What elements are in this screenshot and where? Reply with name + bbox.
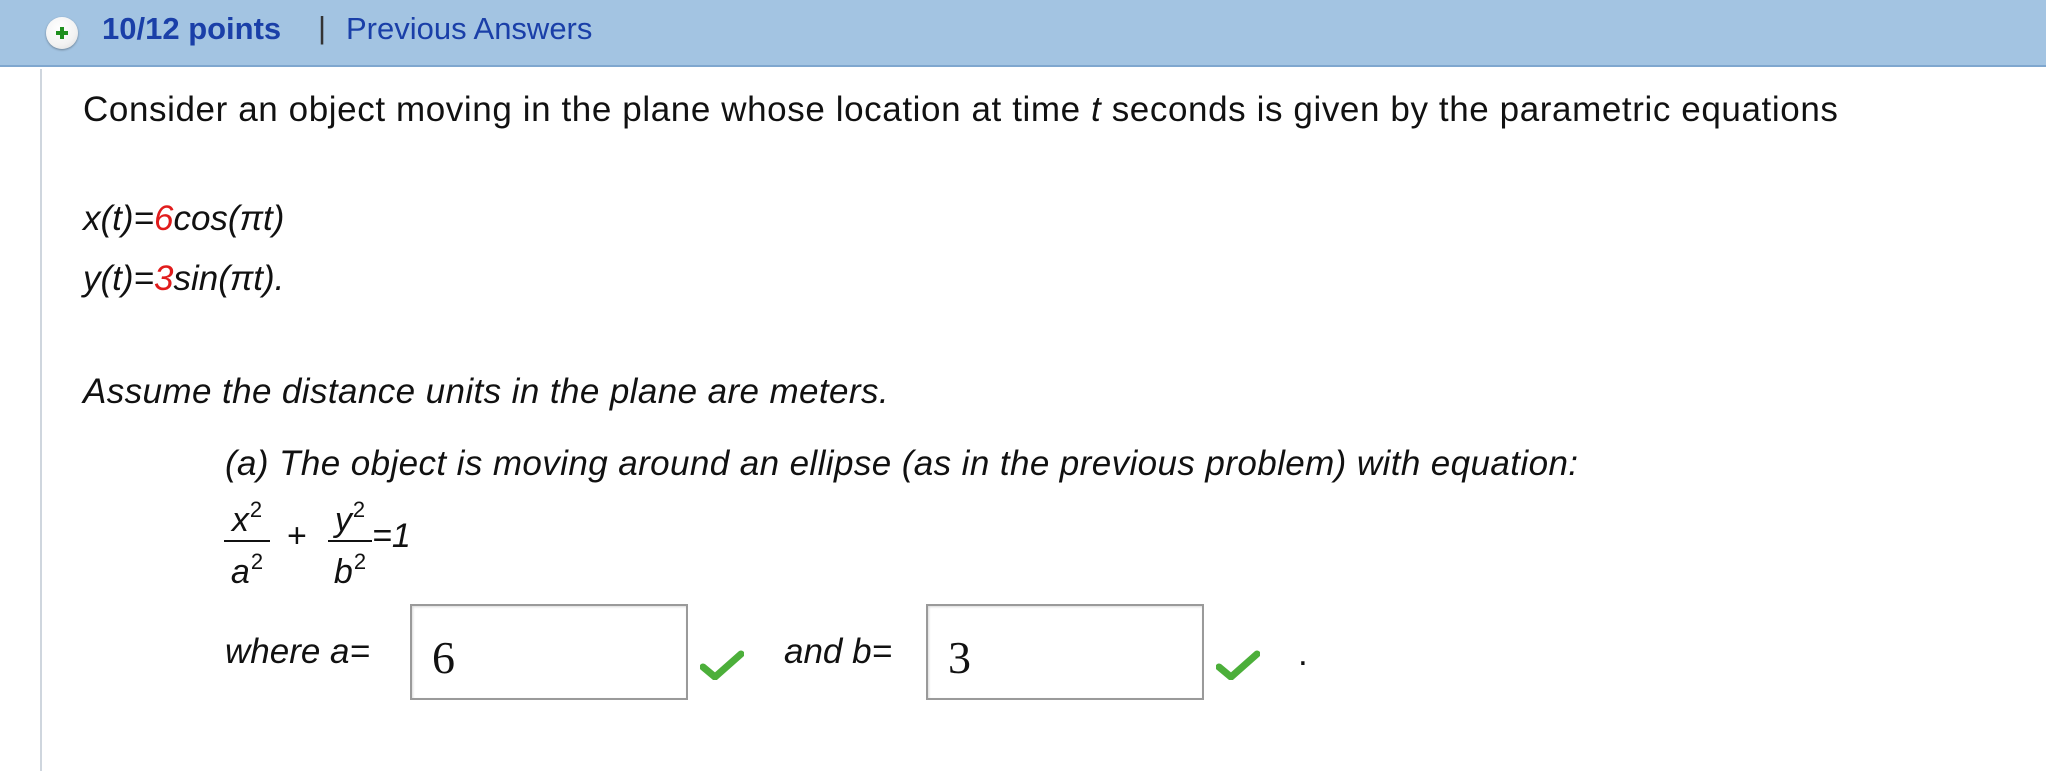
- question-header: 10/12 points | Previous Answers: [0, 0, 2046, 67]
- fraction-y-numerator: y2: [328, 490, 372, 542]
- previous-answers-link[interactable]: Previous Answers: [346, 11, 592, 47]
- plus-operator: +: [287, 517, 307, 555]
- content-left-border: [40, 69, 42, 771]
- fraction-y-denominator: b2: [333, 549, 367, 591]
- equation-x-suffix: cos(πt): [173, 199, 285, 238]
- equation-x-coefficient: 6: [153, 199, 174, 238]
- expand-plus-icon[interactable]: [46, 17, 78, 49]
- answer-b-input[interactable]: [926, 604, 1204, 700]
- trailing-period: .: [1298, 634, 1308, 673]
- fraction-y-over-b: y2 b2: [328, 490, 372, 592]
- equals-one: =1: [372, 517, 411, 555]
- answer-a-input[interactable]: [410, 604, 688, 700]
- intro-time-var: t: [1091, 90, 1102, 129]
- header-separator: |: [318, 10, 327, 45]
- fraction-x-numerator: x2: [224, 490, 270, 542]
- fraction-x-over-a: x2 a2: [224, 490, 270, 592]
- equation-y-coefficient: 3: [153, 259, 174, 298]
- label-a: where a=: [225, 632, 370, 671]
- assumption-text: Assume the distance units in the plane a…: [83, 372, 889, 411]
- intro-text-1: Consider an object moving in the plane w…: [83, 90, 1092, 129]
- equation-x: x(t)=6cos(πt): [83, 199, 284, 239]
- equation-y: y(t)=3sin(πt).: [83, 259, 284, 299]
- intro-text-2: seconds is given by the parametric equat…: [1101, 90, 1839, 129]
- question-intro: Consider an object moving in the plane w…: [83, 90, 1839, 130]
- equation-y-prefix: y(t)=: [83, 259, 154, 298]
- points-score: 10/12 points: [102, 11, 282, 46]
- equation-y-suffix: sin(πt).: [173, 259, 285, 298]
- equation-x-prefix: x(t)=: [83, 199, 154, 238]
- part-a-prompt: (a) The object is moving around an ellip…: [225, 444, 1579, 483]
- label-b: and b=: [784, 632, 893, 671]
- fraction-x-denominator: a2: [230, 549, 264, 591]
- correct-check-icon: [700, 650, 744, 680]
- correct-check-icon: [1216, 650, 1260, 680]
